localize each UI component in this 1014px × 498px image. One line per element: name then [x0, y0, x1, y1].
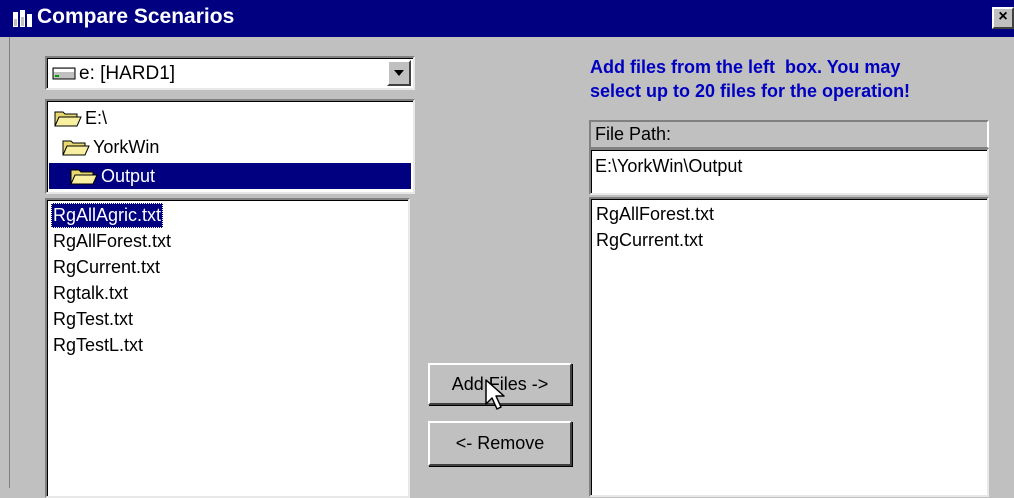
window-title: Compare Scenarios [37, 5, 235, 28]
list-item[interactable]: RgAllForest.txt [596, 202, 714, 227]
close-button[interactable]: × [992, 7, 1014, 29]
remove-button[interactable]: <- Remove [428, 421, 572, 466]
source-file-list[interactable]: RgAllAgric.txt RgAllForest.txt RgCurrent… [45, 198, 410, 498]
close-icon: × [998, 8, 1008, 25]
open-folder-icon [54, 111, 82, 127]
chevron-down-icon [394, 70, 404, 76]
instruction-line-2: select up to 20 files for the operation! [590, 81, 911, 101]
list-item[interactable]: RgTest.txt [51, 307, 135, 332]
file-path-header: File Path: [589, 120, 989, 148]
open-folder-icon [62, 140, 90, 156]
directory-label: YorkWin [93, 136, 160, 157]
directory-list[interactable]: E:\ YorkWin Output [45, 99, 415, 194]
file-path-value: E:\YorkWin\Output [595, 156, 743, 176]
hard-drive-icon [52, 67, 76, 80]
instruction-line-1: Add files from the left box. You may [590, 57, 901, 77]
open-folder-icon [70, 169, 98, 185]
drive-dropdown[interactable]: e: [HARD1] [45, 56, 415, 90]
title-bar: Compare Scenarios × [0, 0, 1014, 37]
list-item[interactable]: RgTestL.txt [51, 333, 145, 358]
window-left-border [0, 37, 10, 488]
file-path-label: File Path: [595, 124, 672, 144]
list-item[interactable]: RgCurrent.txt [596, 228, 703, 253]
drive-value: e: [HARD1] [79, 63, 176, 84]
directory-label: Output [101, 165, 156, 186]
list-item[interactable]: RgAllAgric.txt [51, 203, 164, 228]
mouse-pointer-icon [485, 379, 505, 410]
directory-item-root[interactable]: E:\ [51, 105, 109, 131]
selected-file-list[interactable]: RgAllForest.txt RgCurrent.txt [589, 197, 989, 497]
directory-item-output[interactable]: Output [49, 163, 411, 189]
list-item[interactable]: RgCurrent.txt [51, 255, 162, 280]
list-item[interactable]: RgAllForest.txt [51, 229, 173, 254]
list-item[interactable]: Rgtalk.txt [51, 281, 130, 306]
dropdown-button[interactable] [387, 60, 411, 86]
directory-label: E:\ [85, 107, 108, 128]
app-icon [13, 10, 32, 27]
file-path-box: E:\YorkWin\Output [589, 148, 989, 195]
directory-item-yorkwin[interactable]: YorkWin [59, 134, 161, 160]
instruction-text: Add files from the left box. You may sel… [590, 55, 1010, 103]
